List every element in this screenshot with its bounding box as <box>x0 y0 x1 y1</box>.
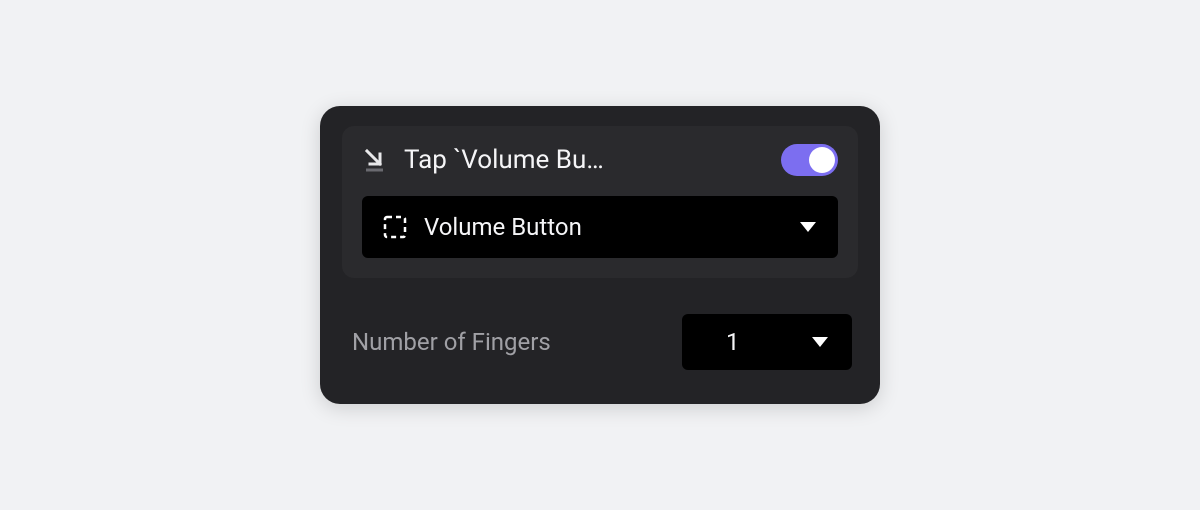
enable-toggle[interactable] <box>781 144 838 176</box>
fingers-label: Number of Fingers <box>352 328 551 356</box>
fingers-value: 1 <box>726 328 740 356</box>
toggle-knob <box>809 147 835 173</box>
target-element-select[interactable]: Volume Button <box>362 196 838 258</box>
header-row: Tap `Volume Bu… <box>362 144 838 176</box>
fingers-row: Number of Fingers 1 <box>342 278 858 376</box>
target-element-label: Volume Button <box>424 213 800 241</box>
action-title: Tap `Volume Bu… <box>404 145 767 175</box>
chevron-down-icon <box>800 222 816 232</box>
header-section: Tap `Volume Bu… Volume Button <box>342 126 858 278</box>
fingers-count-select[interactable]: 1 <box>682 314 852 370</box>
chevron-down-icon <box>812 337 828 347</box>
action-panel: Tap `Volume Bu… Volume Button Number of … <box>320 106 880 404</box>
selection-box-icon <box>380 212 410 242</box>
tap-action-icon <box>362 146 390 174</box>
